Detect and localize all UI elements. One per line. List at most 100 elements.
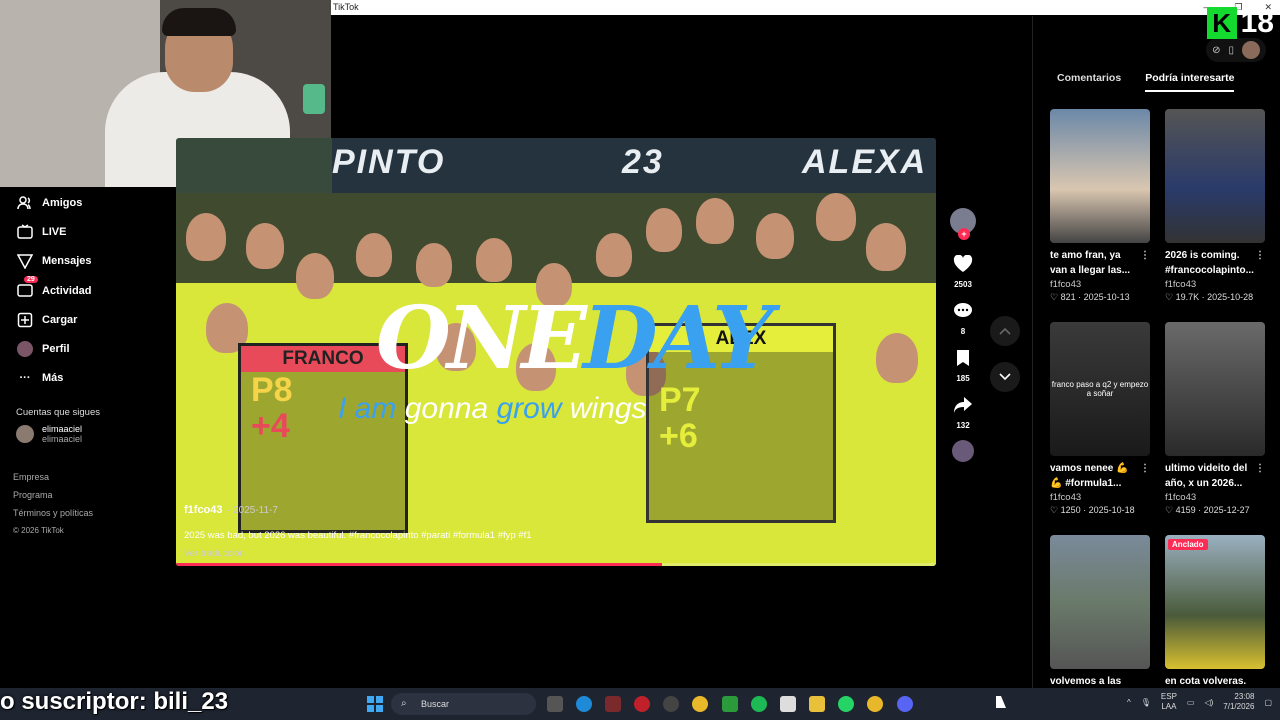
left-sidebar: Amigos LIVE Mensajes 29 Actividad Cargar…: [0, 188, 176, 688]
following-account[interactable]: elimaaciel elimaaciel: [0, 424, 176, 444]
comment-icon[interactable]: [951, 299, 975, 323]
video-card[interactable]: volvemos a las: [1050, 535, 1150, 689]
video-card[interactable]: ultimo videito del año, x un 2026... ⋮ f1…: [1165, 322, 1265, 516]
spotify-icon[interactable]: [751, 696, 767, 712]
share-icon[interactable]: [951, 393, 975, 417]
sidebar-item-label: Amigos: [42, 196, 83, 209]
activity-icon: 29: [16, 275, 38, 300]
creator-avatar[interactable]: +: [950, 208, 976, 240]
video-description: 2025 was bad, but 2026 was beautiful. #f…: [184, 530, 532, 541]
footer-link-terminos[interactable]: Términos y políticas: [13, 504, 176, 522]
card-stats: ♡ 821 · 2025-10-13: [1050, 292, 1130, 302]
app-icon[interactable]: [634, 696, 650, 712]
video-thumbnail[interactable]: franco paso a q2 y empezo a soñar: [1050, 322, 1150, 456]
chrome-icon[interactable]: [867, 696, 883, 712]
compass-icon[interactable]: ⊘: [1212, 45, 1220, 56]
xbox-icon[interactable]: [722, 696, 738, 712]
sidebar-item-cargar[interactable]: Cargar: [0, 305, 176, 334]
video-player[interactable]: PINTO 23 ALEXA FRANCO P8 +4 ALEX P7 +6 O…: [176, 138, 936, 566]
like-action[interactable]: 2503: [948, 252, 978, 289]
friends-icon: [16, 194, 34, 212]
volume-icon[interactable]: ◁): [1204, 698, 1213, 707]
mic-icon[interactable]: 🎙: [1141, 698, 1151, 707]
user-avatar[interactable]: [1242, 41, 1260, 59]
video-card[interactable]: franco paso a q2 y empezo a soñar vamos …: [1050, 322, 1150, 516]
card-stats: ♡ 19.7K · 2025-10-28: [1165, 292, 1254, 302]
sidebar-item-amigos[interactable]: Amigos: [0, 188, 176, 217]
folder-icon[interactable]: [809, 696, 825, 712]
taskbar-search[interactable]: ⌕ Buscar: [391, 693, 536, 715]
tab-comentarios[interactable]: Comentarios: [1057, 72, 1121, 92]
video-card[interactable]: Anclado en cota volveras.: [1165, 535, 1265, 689]
language-indicator[interactable]: ESP LAA: [1161, 692, 1177, 712]
capcut-icon[interactable]: [780, 696, 796, 712]
avatar: [16, 425, 34, 444]
card-author[interactable]: f1fco43: [1165, 279, 1265, 290]
more-options-icon[interactable]: ⋮: [1255, 461, 1265, 476]
sidebar-item-live[interactable]: LIVE: [0, 217, 176, 246]
video-progress-bar[interactable]: [176, 563, 936, 566]
chevron-down-icon[interactable]: [990, 362, 1020, 392]
sidebar-item-label: Cargar: [42, 313, 78, 326]
video-progress-fill: [176, 563, 663, 566]
sidebar-item-perfil[interactable]: Perfil: [0, 334, 176, 363]
messages-icon: [16, 252, 34, 270]
chevron-up-icon[interactable]: ^: [1127, 698, 1131, 707]
search-placeholder: Buscar: [421, 699, 450, 709]
edge-icon[interactable]: [576, 696, 592, 712]
footer-link-empresa[interactable]: Empresa: [13, 468, 176, 486]
video-author[interactable]: f1fco43: [184, 504, 223, 516]
clock[interactable]: 23:08 7/1/2026: [1223, 692, 1254, 712]
video-card[interactable]: te amo fran, ya van a llegar las... ⋮ f1f…: [1050, 109, 1150, 303]
card-author[interactable]: f1fco43: [1050, 279, 1150, 290]
sidebar-item-mensajes[interactable]: Mensajes: [0, 247, 176, 276]
comment-action[interactable]: 8: [948, 299, 978, 336]
translate-link[interactable]: Ver traducción: [184, 548, 884, 559]
video-thumbnail[interactable]: [1165, 109, 1265, 243]
bookmark-icon[interactable]: [951, 346, 975, 370]
video-thumbnail[interactable]: Anclado: [1165, 535, 1265, 669]
video-overlay-subtext: I am gonna grow wings: [338, 392, 647, 426]
heart-icon[interactable]: [951, 252, 975, 276]
live-icon: [16, 223, 34, 241]
video-card[interactable]: 2026 is coming. #francocolapinto... ⋮ f1f…: [1165, 109, 1265, 303]
overlay-word: grow: [496, 392, 562, 425]
share-action[interactable]: 132: [948, 393, 978, 430]
follow-plus-icon[interactable]: +: [958, 228, 970, 240]
video-thumbnail[interactable]: [1050, 535, 1150, 669]
panel-toolbar: ⊘ ▯: [1206, 38, 1266, 62]
video-thumbnail[interactable]: [1165, 322, 1265, 456]
chevron-up-icon[interactable]: [990, 316, 1020, 346]
sidebar-item-mas[interactable]: ··· Más: [0, 364, 176, 393]
more-options-icon[interactable]: ⋮: [1140, 461, 1150, 476]
video-thumbnail[interactable]: [1050, 109, 1150, 243]
sidebar-item-label: Perfil: [42, 343, 70, 356]
tab-podria-interesarte[interactable]: Podría interesarte: [1145, 72, 1235, 92]
whatsapp-icon[interactable]: [838, 696, 854, 712]
task-view-icon[interactable]: [547, 696, 563, 712]
notification-icon[interactable]: ▢: [1264, 698, 1272, 707]
search-icon: ⌕: [401, 698, 407, 709]
board-delta: +6: [659, 417, 698, 455]
pinned-badge: Anclado: [1168, 539, 1208, 550]
app-icon[interactable]: [605, 696, 621, 712]
chrome-icon[interactable]: [692, 696, 708, 712]
card-author[interactable]: f1fco43: [1050, 492, 1150, 503]
window-title: TikTok: [333, 2, 359, 12]
profile-avatar: [16, 340, 34, 358]
music-disc-icon[interactable]: [952, 440, 974, 462]
windows-start-icon[interactable]: [367, 696, 383, 712]
card-author[interactable]: f1fco43: [1165, 492, 1265, 503]
card-title: volvemos a las: [1050, 676, 1122, 687]
discord-icon[interactable]: [897, 696, 913, 712]
sidebar-item-actividad[interactable]: 29 Actividad: [0, 275, 176, 305]
network-icon[interactable]: ▭: [1187, 698, 1195, 707]
app-icon[interactable]: [663, 696, 679, 712]
more-options-icon[interactable]: ⋮: [1255, 248, 1265, 263]
share-count: 132: [956, 421, 970, 430]
more-options-icon[interactable]: ⋮: [1140, 248, 1150, 263]
footer-link-programa[interactable]: Programa: [13, 486, 176, 504]
save-action[interactable]: 185: [948, 346, 978, 383]
device-icon[interactable]: ▯: [1228, 45, 1234, 56]
sidebar-item-label: LIVE: [42, 225, 67, 238]
